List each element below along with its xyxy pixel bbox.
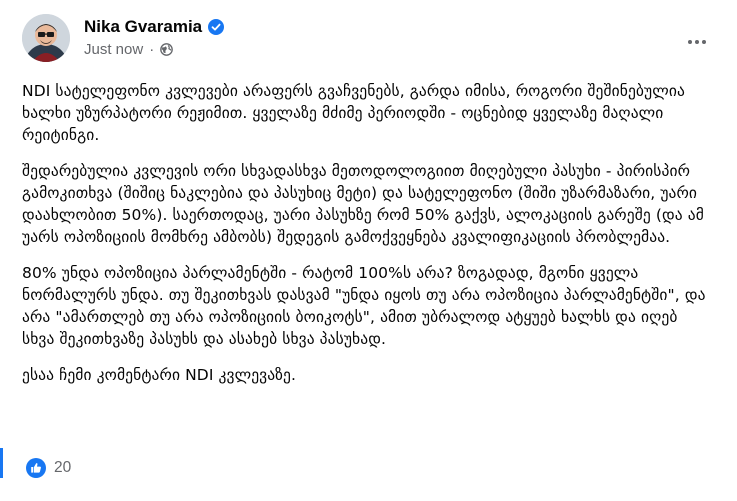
author-name[interactable]: Nika Gvaramia	[84, 17, 202, 37]
verified-badge-icon	[208, 19, 225, 35]
post-meta: Just now ·	[84, 41, 224, 58]
globe-icon[interactable]	[160, 43, 174, 56]
avatar-icon	[22, 14, 70, 62]
reactions-summary[interactable]: 20	[26, 458, 71, 478]
meta-separator: ·	[149, 41, 155, 58]
post-header: Nika Gvaramia Just now ·	[22, 14, 715, 70]
post-timestamp[interactable]: Just now	[84, 41, 143, 58]
post-body: NDI სატელეფონო კვლევები არაფერს გვაჩვენე…	[22, 80, 712, 400]
post-paragraph: 80% უნდა ოპოზიცია პარლამენტში - რატომ 10…	[22, 264, 706, 348]
post-paragraph: შედარებულია კვლევის ორი სხვადასხვა მეთოდ…	[22, 162, 704, 246]
author-line: Nika Gvaramia	[84, 17, 225, 37]
more-options-icon	[688, 40, 706, 44]
like-icon	[26, 458, 46, 478]
author-info: Nika Gvaramia Just now ·	[84, 17, 225, 58]
reaction-count: 20	[54, 459, 72, 476]
author-avatar[interactable]	[22, 14, 70, 62]
more-options-button[interactable]	[679, 24, 715, 60]
facebook-post: Nika Gvaramia Just now · NDI სატელეფონო …	[0, 0, 737, 501]
focus-indicator	[0, 448, 3, 478]
post-paragraph: NDI სატელეფონო კვლევები არაფერს გვაჩვენე…	[22, 82, 685, 144]
post-paragraph: ესაა ჩემი კომენტარი NDI კვლევაზე.	[22, 366, 297, 384]
